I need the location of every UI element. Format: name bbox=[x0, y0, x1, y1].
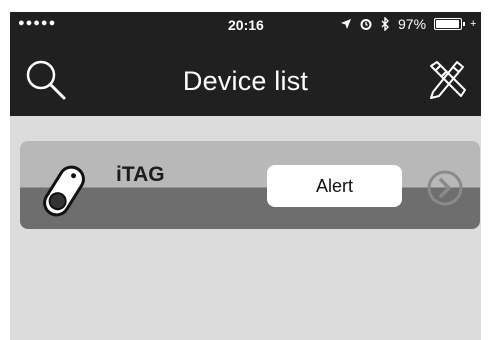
page-title: Device list bbox=[182, 66, 309, 96]
edit-button[interactable] bbox=[425, 56, 469, 100]
charging-indicator: + bbox=[470, 18, 477, 30]
status-time: 20:16 bbox=[228, 17, 264, 33]
battery-percent: 97% bbox=[398, 16, 427, 32]
status-indicators: 97% + bbox=[340, 16, 476, 32]
alarm-clock-icon bbox=[360, 19, 372, 30]
navigation-bar: Device list bbox=[10, 38, 481, 116]
battery-icon bbox=[434, 18, 466, 30]
location-arrow-icon bbox=[341, 19, 351, 29]
itag-device-icon bbox=[43, 165, 85, 217]
alert-button[interactable]: Alert bbox=[267, 165, 402, 207]
device-list-item[interactable]: iTAG Alert bbox=[20, 141, 480, 229]
app-screen: ●●●●● 20:16 97% + Device list iTAG Alert bbox=[10, 12, 481, 340]
device-name: iTAG bbox=[116, 163, 165, 186]
edit-pencil-icon bbox=[430, 61, 466, 99]
status-bar: ●●●●● 20:16 97% + bbox=[10, 12, 481, 38]
signal-strength: ●●●●● bbox=[18, 17, 57, 29]
chevron-right-circle-icon[interactable] bbox=[426, 169, 464, 207]
bluetooth-icon bbox=[381, 17, 389, 31]
